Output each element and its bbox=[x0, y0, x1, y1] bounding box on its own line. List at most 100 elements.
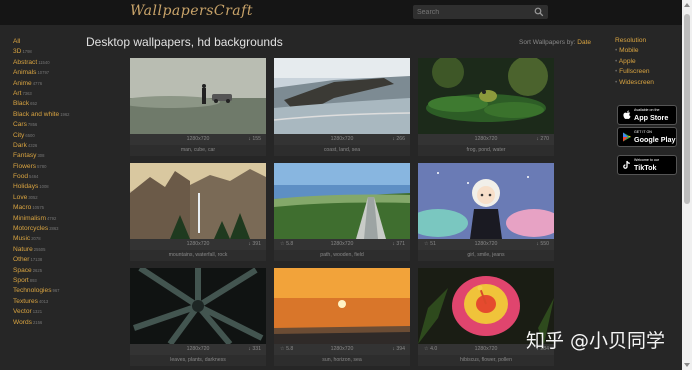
wallpaper-tags[interactable]: man, cube, car bbox=[130, 145, 266, 156]
resolution-item-apple[interactable]: Apple bbox=[615, 57, 654, 68]
wallpaper-card[interactable]: ☆ 51 1280x720 ↓ 550 girl, smile, jeans bbox=[418, 163, 554, 261]
sidebar-category-holidays[interactable]: Holidays1008 bbox=[13, 182, 83, 192]
category-count: 10575 bbox=[32, 205, 44, 211]
category-label: Love bbox=[13, 193, 28, 201]
wallpaper-card[interactable]: 1280x720 ↓ 331 leaves, plants, darkness bbox=[130, 268, 266, 366]
category-count: 308 bbox=[37, 153, 45, 159]
wallpaper-resolution: 1280x720 bbox=[330, 241, 354, 247]
wallpaper-tags[interactable]: path, wooden, field bbox=[274, 250, 410, 261]
category-label: Sport bbox=[13, 276, 29, 284]
sidebar-category-all[interactable]: All bbox=[13, 37, 83, 47]
wallpaper-thumbnail-frog[interactable] bbox=[418, 58, 554, 134]
wallpaper-meta-bar: 1280x720 ↓ 331 bbox=[130, 344, 266, 355]
wallpaper-downloads: ↓ 266 bbox=[392, 136, 405, 142]
sidebar-category-music[interactable]: Music2078 bbox=[13, 234, 83, 244]
top-header: WallpapersCraft bbox=[0, 0, 682, 25]
google-play-icon bbox=[623, 132, 631, 142]
sidebar-category-black[interactable]: Black652 bbox=[13, 99, 83, 109]
google-play-small-text: GET IT ON bbox=[634, 130, 652, 134]
sidebar-category-love[interactable]: Love3052 bbox=[13, 193, 83, 203]
search-input[interactable] bbox=[417, 6, 527, 18]
wallpaper-resolution: 1280x720 bbox=[186, 136, 210, 142]
wallpaper-card[interactable]: 1280x720 ↓ 155 man, cube, car bbox=[130, 58, 266, 156]
resolution-item-mobile[interactable]: Mobile bbox=[615, 46, 654, 57]
wallpaper-thumbnail-mountains[interactable] bbox=[130, 163, 266, 239]
tiktok-badge[interactable]: Welcome to our TikTok bbox=[617, 155, 677, 175]
wallpaper-tags[interactable]: mountains, waterfall, rock bbox=[130, 250, 266, 261]
sidebar-category-art[interactable]: Art7363 bbox=[13, 89, 83, 99]
sidebar-category-space[interactable]: Space2625 bbox=[13, 266, 83, 276]
wallpaper-card[interactable]: ☆ 5.8 1280x720 ↓ 394 sun, horizon, sea bbox=[274, 268, 410, 366]
wallpaper-thumbnail-foggy-field[interactable] bbox=[130, 58, 266, 134]
wallpaper-thumbnail-dark-leaves[interactable] bbox=[130, 268, 266, 344]
category-count: 1008 bbox=[39, 184, 49, 190]
scroll-down-arrow-icon[interactable] bbox=[684, 363, 690, 367]
sidebar-category-cars[interactable]: Cars7856 bbox=[13, 120, 83, 130]
sidebar-category-flowers[interactable]: Flowers5780 bbox=[13, 162, 83, 172]
search-box[interactable] bbox=[413, 5, 548, 19]
wallpaper-tags[interactable]: sun, horizon, sea bbox=[274, 355, 410, 366]
search-icon[interactable] bbox=[534, 7, 544, 17]
category-label: Cars bbox=[13, 121, 27, 129]
scroll-up-arrow-icon[interactable] bbox=[684, 3, 690, 7]
wallpaper-tags[interactable]: hibiscus, flower, pollen bbox=[418, 355, 554, 366]
wallpaper-thumbnail-sunset[interactable] bbox=[274, 268, 410, 344]
category-label: Minimalism bbox=[13, 214, 46, 222]
sidebar-category-animals[interactable]: Animals10797 bbox=[13, 68, 83, 78]
scrollbar-thumb[interactable] bbox=[684, 14, 690, 204]
sidebar-category-nature[interactable]: Nature25505 bbox=[13, 245, 83, 255]
wallpaper-downloads: ↓ 550 bbox=[536, 241, 549, 247]
wallpaper-card[interactable]: 1280x720 ↓ 270 frog, pond, water bbox=[418, 58, 554, 156]
sidebar-category-3d[interactable]: 3D1798 bbox=[13, 47, 83, 57]
sort-control[interactable]: Sort Wallpapers by: Date bbox=[519, 39, 591, 46]
resolution-item-fullscreen[interactable]: Fullscreen bbox=[615, 67, 654, 78]
sidebar-category-vector[interactable]: Vector1321 bbox=[13, 307, 83, 317]
wallpaper-thumbnail-coast[interactable] bbox=[274, 58, 410, 134]
resolution-item-widescreen[interactable]: Widescreen bbox=[615, 78, 654, 89]
category-count: 7856 bbox=[27, 122, 38, 128]
sidebar-category-food[interactable]: Food5464 bbox=[13, 172, 83, 182]
resolution-heading[interactable]: Resolution bbox=[615, 35, 654, 46]
category-label: Animals bbox=[13, 69, 37, 77]
category-label: Dark bbox=[13, 141, 27, 149]
wallpaper-tags[interactable]: leaves, plants, darkness bbox=[130, 355, 266, 366]
wallpaper-card[interactable]: 1280x720 ↓ 391 mountains, waterfall, rock bbox=[130, 163, 266, 261]
wallpaper-tags[interactable]: frog, pond, water bbox=[418, 145, 554, 156]
wallpaper-meta-bar: ☆ 5.8 1280x720 ↓ 371 bbox=[274, 239, 410, 250]
sidebar-category-motorcycles[interactable]: Motorcycles2863 bbox=[13, 224, 83, 234]
wallpaper-downloads: ↓ 394 bbox=[392, 346, 405, 352]
wallpaper-thumbnail-path[interactable] bbox=[274, 163, 410, 239]
sidebar-category-textures[interactable]: Textures4013 bbox=[13, 297, 83, 307]
google-play-text: Google Play bbox=[634, 135, 676, 144]
sort-value-date[interactable]: Date bbox=[577, 39, 591, 46]
sidebar-category-macro[interactable]: Macro10575 bbox=[13, 203, 83, 213]
sidebar-category-black-and-white[interactable]: Black and white1962 bbox=[13, 110, 83, 120]
wallpaper-card[interactable]: 1280x720 ↓ 266 coast, land, sea bbox=[274, 58, 410, 156]
sidebar-category-dark[interactable]: Dark4326 bbox=[13, 141, 83, 151]
sidebar-category-anime[interactable]: Anime4776 bbox=[13, 79, 83, 89]
google-play-badge[interactable]: GET IT ON Google Play bbox=[617, 127, 677, 147]
wallpaper-downloads: ↓ 155 bbox=[248, 136, 261, 142]
wallpaper-card[interactable]: ☆ 5.8 1280x720 ↓ 371 path, wooden, field bbox=[274, 163, 410, 261]
sidebar-category-city[interactable]: City6500 bbox=[13, 131, 83, 141]
category-label: Words bbox=[13, 318, 32, 326]
category-label: 3D bbox=[13, 48, 22, 56]
page-scrollbar[interactable] bbox=[682, 0, 692, 370]
category-count: 967 bbox=[52, 288, 60, 294]
sidebar-category-sport[interactable]: Sport893 bbox=[13, 276, 83, 286]
category-count: 652 bbox=[30, 101, 38, 107]
category-count: 6500 bbox=[25, 132, 35, 138]
site-logo[interactable]: WallpapersCraft bbox=[130, 3, 253, 19]
category-count: 2625 bbox=[32, 267, 43, 273]
sidebar-category-minimalism[interactable]: Minimalism4792 bbox=[13, 214, 83, 224]
wallpaper-thumbnail-anime-girl[interactable] bbox=[418, 163, 554, 239]
sidebar-category-fantasy[interactable]: Fantasy308 bbox=[13, 151, 83, 161]
wallpaper-tags[interactable]: girl, smile, jeans bbox=[418, 250, 554, 261]
wallpaper-resolution: 1280x720 bbox=[330, 136, 354, 142]
sidebar-category-other[interactable]: Other17138 bbox=[13, 255, 83, 265]
wallpaper-tags[interactable]: coast, land, sea bbox=[274, 145, 410, 156]
sidebar-category-technologies[interactable]: Technologies967 bbox=[13, 286, 83, 296]
sidebar-category-words[interactable]: Words2156 bbox=[13, 318, 83, 328]
sidebar-category-abstract[interactable]: Abstract11540 bbox=[13, 58, 83, 68]
app-store-badge[interactable]: Available on the App Store bbox=[617, 105, 677, 125]
